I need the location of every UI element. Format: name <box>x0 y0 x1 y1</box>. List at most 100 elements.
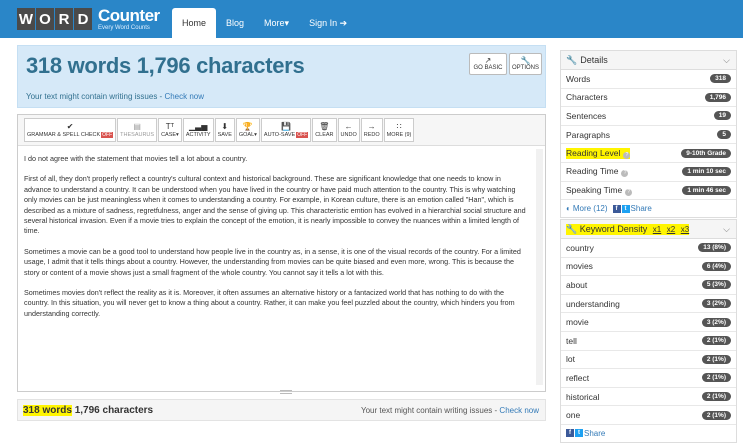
keyword-count: 2 (1%) <box>701 336 731 346</box>
footer-check-now-link[interactable]: Check now <box>499 406 539 415</box>
keyword-density-header[interactable]: 🔧 Keyword Density x1 x2 x3 ⌵ <box>561 220 736 239</box>
wrench-icon: 🔧 <box>566 54 578 65</box>
more-details-link[interactable]: More (12) <box>573 204 608 213</box>
off-badge: OFF <box>101 131 114 138</box>
density-x3-link[interactable]: x3 <box>681 225 689 234</box>
go-basic-button[interactable]: ↗ GO BASIC <box>469 53 507 75</box>
keyword-row: tell 2 (1%) <box>561 332 736 351</box>
nav-blog[interactable]: Blog <box>216 8 254 38</box>
keyword-label: country <box>566 242 594 253</box>
redo-label: REDO <box>363 131 380 138</box>
detail-row-paragraphs: Paragraphs 5 <box>561 126 736 145</box>
help-icon[interactable]: ? <box>623 151 631 159</box>
detail-label: Paragraphs <box>566 129 610 140</box>
footer-count: 318 words 1,796 characters <box>23 405 153 416</box>
twitter-icon[interactable]: t <box>621 204 630 213</box>
trash-icon: 🗑 <box>319 121 330 131</box>
details-title: Details <box>580 55 608 65</box>
wrench-icon: 🔧 <box>566 223 578 234</box>
page-title: 318 words 1,796 characters <box>26 53 305 78</box>
keyword-label: movie <box>566 317 589 328</box>
keyword-label: lot <box>566 354 575 365</box>
keyword-density-title: Keyword Density <box>579 223 648 234</box>
more-button[interactable]: ∷ MORE (9) <box>383 118 415 142</box>
wrench-icon: 🔧 <box>520 56 531 65</box>
grammar-label: GRAMMAR & SPELL CHECK OFF <box>27 131 114 138</box>
detail-label: Words <box>566 73 591 84</box>
thesaurus-button[interactable]: ▤ THESAURUS <box>117 118 158 142</box>
details-header[interactable]: 🔧 Details ⌵ <box>561 51 736 70</box>
keyword-label: movies <box>566 261 593 272</box>
detail-value: 9-10th Grade <box>681 148 731 158</box>
keyword-count: 2 (1%) <box>701 392 731 402</box>
help-icon[interactable]: ? <box>621 170 629 178</box>
bar-chart-icon: ▁▃▅ <box>188 121 208 131</box>
keyword-row: lot 2 (1%) <box>561 351 736 370</box>
detail-row-reading-level: Reading Level? 9-10th Grade <box>561 144 736 163</box>
case-dropdown[interactable]: Tᵀ CASE▾ <box>158 118 182 142</box>
footer-issue-notice: Your text might contain writing issues -… <box>361 406 539 415</box>
auto-save-button[interactable]: 💾 AUTO-SAVE OFF <box>260 118 312 142</box>
wordcounter-logo[interactable]: W O R D Counter Every Word Counts <box>17 6 160 32</box>
nav-home[interactable]: Home <box>172 8 217 38</box>
detail-row-words: Words 318 <box>561 70 736 89</box>
chevron-down-icon[interactable]: ⌵ <box>723 224 730 235</box>
autosave-label: AUTO-SAVE OFF <box>264 131 309 138</box>
resize-grip[interactable] <box>280 390 292 394</box>
download-icon: ⬇ <box>221 121 229 131</box>
chevron-down-icon[interactable]: ⌵ <box>723 55 730 66</box>
check-now-link[interactable]: Check now <box>164 92 204 101</box>
nav-sign-in[interactable]: Sign In ➔ <box>299 8 357 38</box>
clear-label: CLEAR <box>315 131 334 138</box>
density-x1-link[interactable]: x1 <box>653 225 661 234</box>
arrow-right-icon: → <box>367 121 376 131</box>
detail-row-speaking-time: Speaking Time? 1 min 46 sec <box>561 182 736 201</box>
keyword-row: movies 6 (4%) <box>561 258 736 277</box>
logo-wordmark: Counter Every Word Counts <box>98 7 160 31</box>
detail-value: 19 <box>713 111 731 121</box>
detail-value: 1 min 10 sec <box>682 167 731 177</box>
facebook-icon[interactable]: f <box>566 429 574 438</box>
keyword-links: f t Share <box>561 425 736 442</box>
keyword-count: 2 (1%) <box>701 373 731 383</box>
nav-more-dropdown[interactable]: More▾ <box>254 8 299 38</box>
more-label: MORE (9) <box>386 131 412 138</box>
detail-label: Reading Level? <box>566 147 631 159</box>
detail-value: 5 <box>717 130 731 140</box>
keyword-count: 3 (2%) <box>701 299 731 309</box>
text-paragraph: First of all, they don't properly reflec… <box>24 174 526 236</box>
facebook-icon[interactable]: f <box>612 204 621 213</box>
text-paragraph: I do not agree with the statement that m… <box>24 154 248 163</box>
external-link-icon: ↗ <box>484 56 492 65</box>
count-footer: 318 words 1,796 characters Your text mig… <box>17 399 546 421</box>
keyword-row: one 2 (1%) <box>561 406 736 425</box>
logo-letter: W <box>17 8 35 30</box>
density-x2-link[interactable]: x2 <box>667 225 675 234</box>
grammar-check-button[interactable]: ✔ GRAMMAR & SPELL CHECK OFF <box>24 118 117 142</box>
save-button[interactable]: ⬇ SAVE <box>214 118 235 142</box>
text-input-area[interactable]: I do not agree with the statement that m… <box>18 147 536 387</box>
twitter-icon[interactable]: t <box>575 429 583 438</box>
redo-button[interactable]: → REDO <box>360 118 383 142</box>
off-badge: OFF <box>296 131 309 138</box>
details-links: ◐ More (12) f t Share <box>561 200 736 217</box>
footer-issue-text: Your text might contain writing issues - <box>360 406 500 415</box>
trophy-icon: 🏆 <box>242 121 253 131</box>
options-button[interactable]: 🔧 OPTIONS <box>509 53 542 75</box>
editor-scrollbar[interactable] <box>536 149 543 385</box>
options-label: OPTIONS <box>512 65 540 71</box>
goal-dropdown[interactable]: 🏆 GOAL▾ <box>235 118 260 142</box>
goal-label: GOAL▾ <box>238 131 257 138</box>
keyword-count: 2 (1%) <box>701 354 731 364</box>
help-icon[interactable]: ? <box>625 188 633 196</box>
share-link[interactable]: Share <box>584 429 605 438</box>
navbar: W O R D Counter Every Word Counts Home B… <box>0 0 743 38</box>
activity-button[interactable]: ▁▃▅ ACTIVITY <box>182 118 214 142</box>
clear-button[interactable]: 🗑 CLEAR <box>312 118 337 142</box>
keyword-label: historical <box>566 391 600 402</box>
logo-letter: D <box>74 8 92 30</box>
save-label: SAVE <box>217 131 232 138</box>
editor-toolbar: ✔ GRAMMAR & SPELL CHECK OFF ▤ THESAURUS T… <box>18 115 545 146</box>
share-link[interactable]: Share <box>631 204 652 213</box>
undo-button[interactable]: ← UNDO <box>337 118 360 142</box>
